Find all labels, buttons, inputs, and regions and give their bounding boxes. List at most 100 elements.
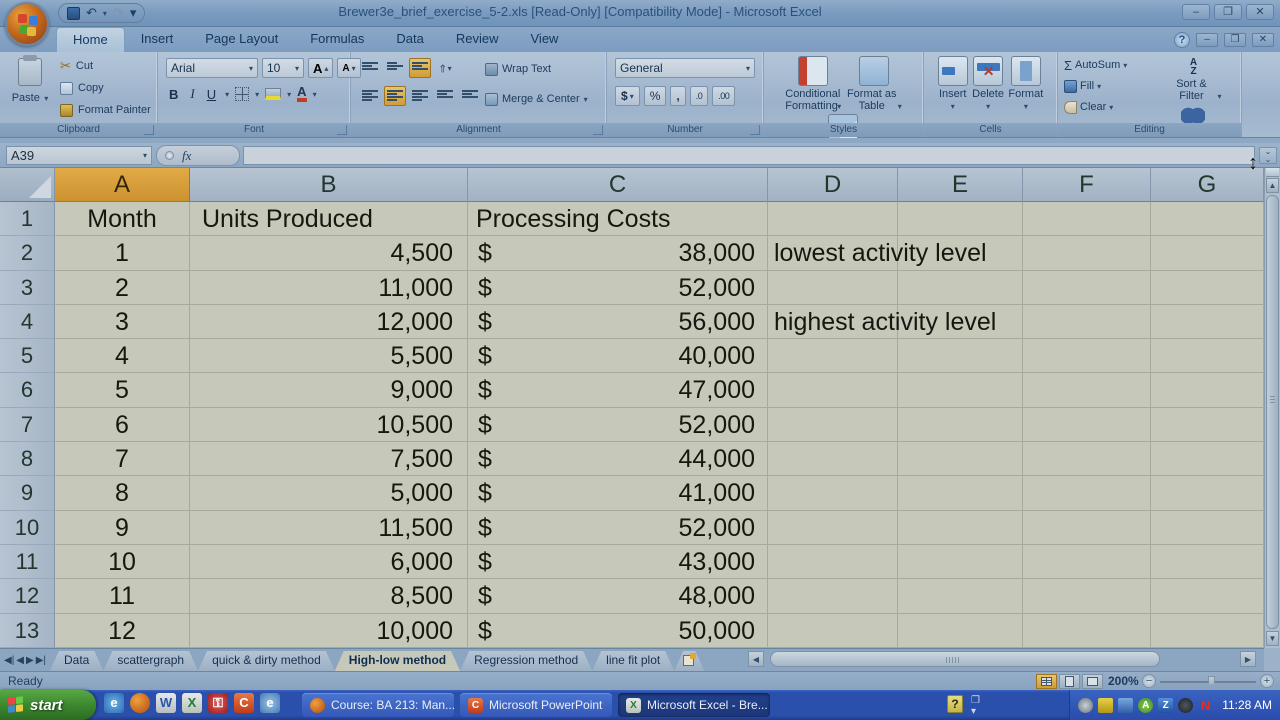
- row-header[interactable]: 13: [0, 614, 55, 648]
- task-firefox[interactable]: Course: BA 213: Man...: [302, 693, 454, 717]
- vertical-split-handle[interactable]: [1266, 168, 1279, 177]
- cell-month[interactable]: 3: [55, 305, 190, 339]
- cell-empty[interactable]: [1151, 305, 1264, 339]
- cell-empty[interactable]: [898, 511, 1023, 545]
- cell-costs-header[interactable]: Processing Costs: [468, 202, 768, 236]
- cell-units-header[interactable]: Units Produced: [190, 202, 468, 236]
- cell-empty[interactable]: [1151, 373, 1264, 407]
- cell-cost[interactable]: $44,000: [468, 442, 768, 476]
- cell-empty[interactable]: [898, 579, 1023, 613]
- cell-cost[interactable]: $40,000: [468, 339, 768, 373]
- sheet-tab-scattergraph[interactable]: scattergraph: [103, 651, 198, 671]
- cell-cost[interactable]: $50,000: [468, 614, 768, 648]
- cell-empty[interactable]: [1151, 579, 1264, 613]
- align-right-button[interactable]: [409, 86, 431, 106]
- workbook-restore-button[interactable]: ❐: [1224, 33, 1246, 47]
- column-header-f[interactable]: F: [1023, 168, 1151, 202]
- cell-empty[interactable]: [1023, 339, 1151, 373]
- row-header[interactable]: 12: [0, 579, 55, 613]
- cell-empty[interactable]: [1023, 305, 1151, 339]
- cell-month[interactable]: 5: [55, 373, 190, 407]
- row-header[interactable]: 6: [0, 373, 55, 407]
- cell-note[interactable]: [768, 614, 898, 648]
- cell-empty[interactable]: [898, 271, 1023, 305]
- decrease-indent-button[interactable]: [434, 86, 456, 106]
- cell-note[interactable]: [768, 579, 898, 613]
- powerpoint-icon[interactable]: C: [234, 693, 254, 713]
- cell-empty[interactable]: [1023, 476, 1151, 510]
- cell-empty[interactable]: [1023, 236, 1151, 270]
- cell-empty[interactable]: [898, 373, 1023, 407]
- last-sheet-icon[interactable]: ▶|: [36, 655, 46, 666]
- row-header[interactable]: 5: [0, 339, 55, 373]
- tab-insert[interactable]: Insert: [125, 27, 190, 52]
- align-bottom-button[interactable]: [409, 58, 431, 78]
- cell-units[interactable]: 7,500: [190, 442, 468, 476]
- close-button[interactable]: ✕: [1246, 4, 1274, 20]
- key-icon[interactable]: ⚿: [208, 693, 228, 713]
- align-top-button[interactable]: [359, 58, 381, 78]
- cell-empty[interactable]: [1151, 271, 1264, 305]
- firefox-icon[interactable]: [130, 693, 150, 713]
- cell-units[interactable]: 11,500: [190, 511, 468, 545]
- scroll-down-icon[interactable]: ▼: [1266, 631, 1279, 646]
- accounting-format-button[interactable]: $▾: [615, 86, 640, 106]
- minimize-button[interactable]: –: [1182, 4, 1210, 20]
- percent-style-button[interactable]: %: [644, 86, 667, 106]
- restore-button[interactable]: ❐: [1214, 4, 1242, 20]
- row-header[interactable]: 11: [0, 545, 55, 579]
- autosum-button[interactable]: Σ AutoSum▾: [1064, 56, 1127, 74]
- sheet-tab-quick-dirty[interactable]: quick & dirty method: [198, 651, 335, 671]
- cell-empty[interactable]: [768, 202, 898, 236]
- row-header[interactable]: 3: [0, 271, 55, 305]
- row-header[interactable]: 8: [0, 442, 55, 476]
- vertical-scroll-thumb[interactable]: [1266, 195, 1279, 629]
- cell-empty[interactable]: [1151, 442, 1264, 476]
- cell-units[interactable]: 10,000: [190, 614, 468, 648]
- next-sheet-icon[interactable]: ▶: [26, 655, 34, 666]
- cell-note[interactable]: lowest activity level: [768, 236, 898, 270]
- font-color-icon[interactable]: A: [297, 86, 306, 102]
- resize-grip[interactable]: [1264, 648, 1280, 671]
- cell-note[interactable]: [768, 271, 898, 305]
- zoom-slider-handle[interactable]: [1208, 676, 1215, 686]
- sheet-tab-regression[interactable]: Regression method: [460, 651, 592, 671]
- column-header-c[interactable]: C: [468, 168, 768, 202]
- cell-note[interactable]: [768, 511, 898, 545]
- scroll-right-icon[interactable]: ▶: [1240, 651, 1256, 667]
- sort-filter-button[interactable]: AZ Sort & Filter▾: [1165, 56, 1221, 102]
- font-dialog-launcher-icon[interactable]: [337, 125, 347, 135]
- decrease-decimal-button[interactable]: .00: [712, 86, 735, 106]
- cell-empty[interactable]: [1023, 579, 1151, 613]
- wrap-text-button[interactable]: Wrap Text: [485, 58, 588, 80]
- cell-cost[interactable]: $38,000: [468, 236, 768, 270]
- format-as-table-button[interactable]: Format as Table▾: [846, 54, 902, 112]
- zoom-in-icon[interactable]: +: [1260, 674, 1274, 688]
- cell-cost[interactable]: $41,000: [468, 476, 768, 510]
- sheet-tab-high-low[interactable]: High-low method: [335, 651, 460, 671]
- column-header-b[interactable]: B: [190, 168, 468, 202]
- orientation-button[interactable]: ⇗▾: [434, 58, 456, 78]
- tab-data[interactable]: Data: [380, 27, 439, 52]
- conditional-formatting-button[interactable]: Conditional Formatting▾: [785, 54, 841, 112]
- comma-style-button[interactable]: ,: [670, 86, 685, 106]
- cell-note[interactable]: [768, 442, 898, 476]
- cell-note[interactable]: [768, 476, 898, 510]
- increase-indent-button[interactable]: [459, 86, 481, 106]
- task-powerpoint[interactable]: C Microsoft PowerPoint: [460, 693, 612, 717]
- start-button[interactable]: start: [0, 690, 96, 720]
- browser-icon[interactable]: e: [260, 693, 280, 713]
- internet-explorer-icon[interactable]: e: [104, 693, 124, 713]
- delete-cells-button[interactable]: Delete▾: [972, 54, 1004, 112]
- cell-month[interactable]: 12: [55, 614, 190, 648]
- cell-units[interactable]: 5,000: [190, 476, 468, 510]
- vertical-scrollbar[interactable]: ▲ ▼: [1264, 168, 1280, 648]
- cell-empty[interactable]: [1151, 545, 1264, 579]
- zoom-slider[interactable]: − +: [1142, 673, 1274, 689]
- sheet-tab-line-fit[interactable]: line fit plot: [592, 651, 674, 671]
- borders-icon[interactable]: [235, 87, 249, 101]
- cell-empty[interactable]: [1151, 511, 1264, 545]
- sheet-tab-data[interactable]: Data: [50, 651, 103, 671]
- task-excel[interactable]: X Microsoft Excel - Bre...: [618, 693, 770, 717]
- workbook-minimize-button[interactable]: –: [1196, 33, 1218, 47]
